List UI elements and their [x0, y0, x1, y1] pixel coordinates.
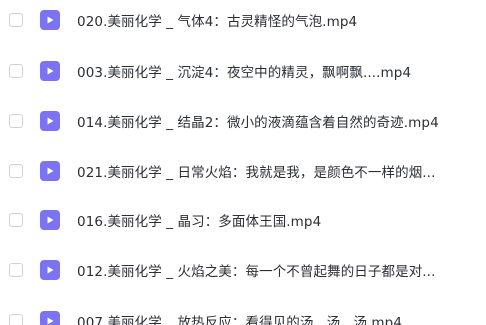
list-item[interactable]: 003.美丽化学 _ 沉淀4：夜空中的精灵，飘啊飘....mp4: [0, 51, 486, 91]
file-name[interactable]: 014.美丽化学 _ 结晶2：微小的液滴蕴含着自然的奇迹.mp4: [77, 111, 478, 131]
row-checkbox[interactable]: [9, 164, 23, 178]
video-file-icon: [40, 260, 60, 280]
list-item[interactable]: 014.美丽化学 _ 结晶2：微小的液滴蕴含着自然的奇迹.mp4: [0, 101, 486, 141]
video-file-icon: [40, 61, 60, 81]
file-name[interactable]: 007.美丽化学 _ 放热反应：看得见的汤...汤...汤.mp4: [77, 311, 478, 325]
list-item[interactable]: 016.美丽化学 _ 晶习：多面体王国.mp4: [0, 200, 486, 240]
file-list: 020.美丽化学 _ 气体4：古灵精怪的气泡.mp4 003.美丽化学 _ 沉淀…: [0, 0, 486, 325]
file-name[interactable]: 021.美丽化学 _ 日常火焰：我就是我，是颜色不一样的烟...: [77, 161, 478, 181]
row-checkbox[interactable]: [9, 64, 23, 78]
row-checkbox[interactable]: [9, 314, 23, 325]
file-name[interactable]: 012.美丽化学 _ 火焰之美：每一个不曾起舞的日子都是对...: [77, 260, 478, 280]
file-name[interactable]: 016.美丽化学 _ 晶习：多面体王国.mp4: [77, 210, 478, 230]
file-name[interactable]: 003.美丽化学 _ 沉淀4：夜空中的精灵，飘啊飘....mp4: [77, 61, 478, 81]
row-checkbox[interactable]: [9, 263, 23, 277]
video-file-icon: [40, 311, 60, 325]
list-item[interactable]: 012.美丽化学 _ 火焰之美：每一个不曾起舞的日子都是对...: [0, 250, 486, 290]
video-file-icon: [40, 210, 60, 230]
list-item[interactable]: 021.美丽化学 _ 日常火焰：我就是我，是颜色不一样的烟...: [0, 151, 486, 191]
video-file-icon: [40, 161, 60, 181]
list-item[interactable]: 007.美丽化学 _ 放热反应：看得见的汤...汤...汤.mp4: [0, 301, 486, 325]
row-checkbox[interactable]: [9, 213, 23, 227]
row-checkbox[interactable]: [9, 114, 23, 128]
file-name[interactable]: 020.美丽化学 _ 气体4：古灵精怪的气泡.mp4: [77, 10, 478, 30]
row-checkbox[interactable]: [9, 13, 23, 27]
video-file-icon: [40, 10, 60, 30]
video-file-icon: [40, 111, 60, 131]
list-item[interactable]: 020.美丽化学 _ 气体4：古灵精怪的气泡.mp4: [0, 0, 486, 40]
